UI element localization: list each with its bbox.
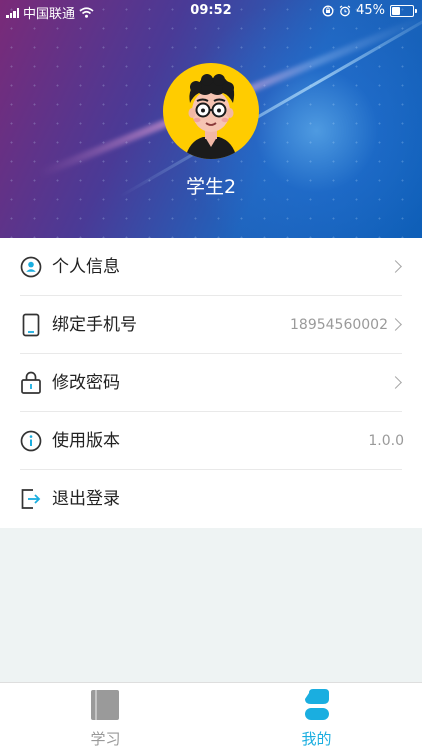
avatar[interactable] [163, 63, 259, 159]
tab-mine[interactable]: 我的 [211, 683, 422, 751]
chevron-right-icon [389, 260, 402, 273]
menu-item-change-password[interactable]: 修改密码 [0, 354, 422, 412]
tab-label: 我的 [301, 730, 332, 748]
menu-item-label: 个人信息 [52, 257, 120, 277]
cartoon-boy-avatar-icon [185, 74, 237, 159]
status-bar: 中国联通 09:52 45% [0, 0, 422, 22]
app-version: 1.0.0 [368, 433, 404, 449]
username: 学生2 [185, 176, 237, 198]
chevron-right-icon [389, 318, 402, 331]
lock-icon [21, 371, 41, 394]
user-circle-icon [20, 256, 42, 278]
tab-bar: 学习 我的 [0, 682, 422, 751]
battery-fill [392, 6, 400, 15]
person-icon [305, 689, 329, 720]
profile-header: 中国联通 09:52 45% 学生2 [0, 0, 422, 238]
menu-item-bind-phone[interactable]: 绑定手机号 18954560002 [0, 296, 422, 354]
menu-item-version: 使用版本 1.0.0 [0, 412, 422, 470]
settings-menu: 个人信息 绑定手机号 18954560002 修改密码 使用版本 1.0.0 退… [0, 238, 422, 528]
logout-icon [21, 489, 41, 509]
menu-item-logout[interactable]: 退出登录 [0, 470, 422, 528]
tab-study[interactable]: 学习 [0, 683, 211, 751]
menu-item-label: 退出登录 [52, 489, 120, 509]
rotation-lock-icon [322, 5, 334, 16]
menu-item-label: 使用版本 [52, 431, 120, 451]
battery-icon [390, 4, 417, 17]
book-icon [91, 690, 119, 720]
menu-item-label: 绑定手机号 [52, 315, 137, 335]
chevron-right-icon [389, 376, 402, 389]
phone-number: 18954560002 [290, 317, 388, 333]
alarm-icon [339, 4, 351, 16]
info-icon [20, 430, 42, 452]
menu-item-personal-info[interactable]: 个人信息 [0, 238, 422, 296]
tab-label: 学习 [90, 730, 121, 748]
phone-icon [22, 313, 40, 337]
battery-percent: 45% [356, 3, 385, 18]
menu-item-label: 修改密码 [52, 373, 120, 393]
